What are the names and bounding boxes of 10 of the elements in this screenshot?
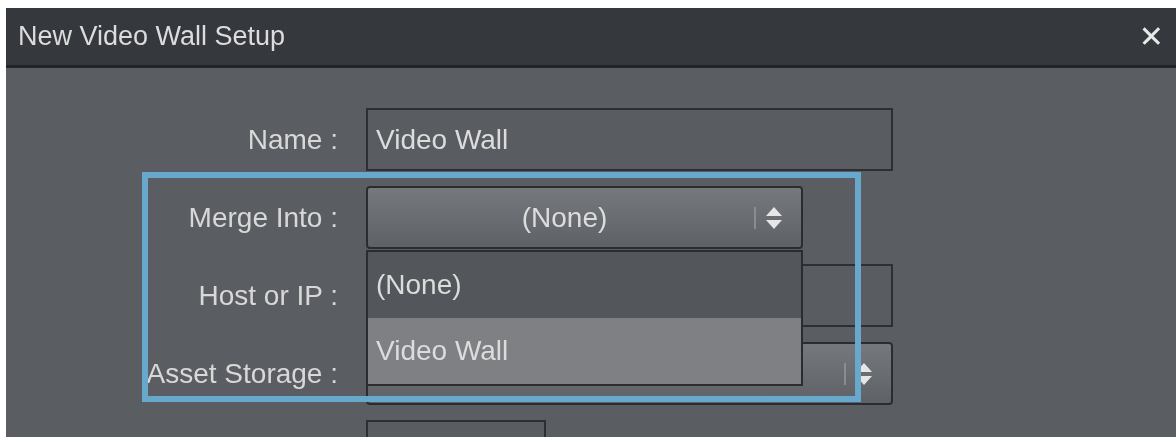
field-label: Name : xyxy=(246,123,338,156)
dropdown-option[interactable]: Video Wall xyxy=(368,318,801,384)
dropdown[interactable]: (None) xyxy=(366,186,803,249)
field-label: Merge Into : xyxy=(187,201,338,234)
field-label: Asset Storage : xyxy=(145,357,338,390)
text-field[interactable]: Video Wall xyxy=(366,108,893,171)
window-title: New Video Wall Setup xyxy=(18,21,286,52)
close-button[interactable]: ✕ xyxy=(1134,19,1168,54)
field-label: Host or IP : xyxy=(197,279,338,312)
dropdown-option[interactable]: (None) xyxy=(368,252,801,318)
